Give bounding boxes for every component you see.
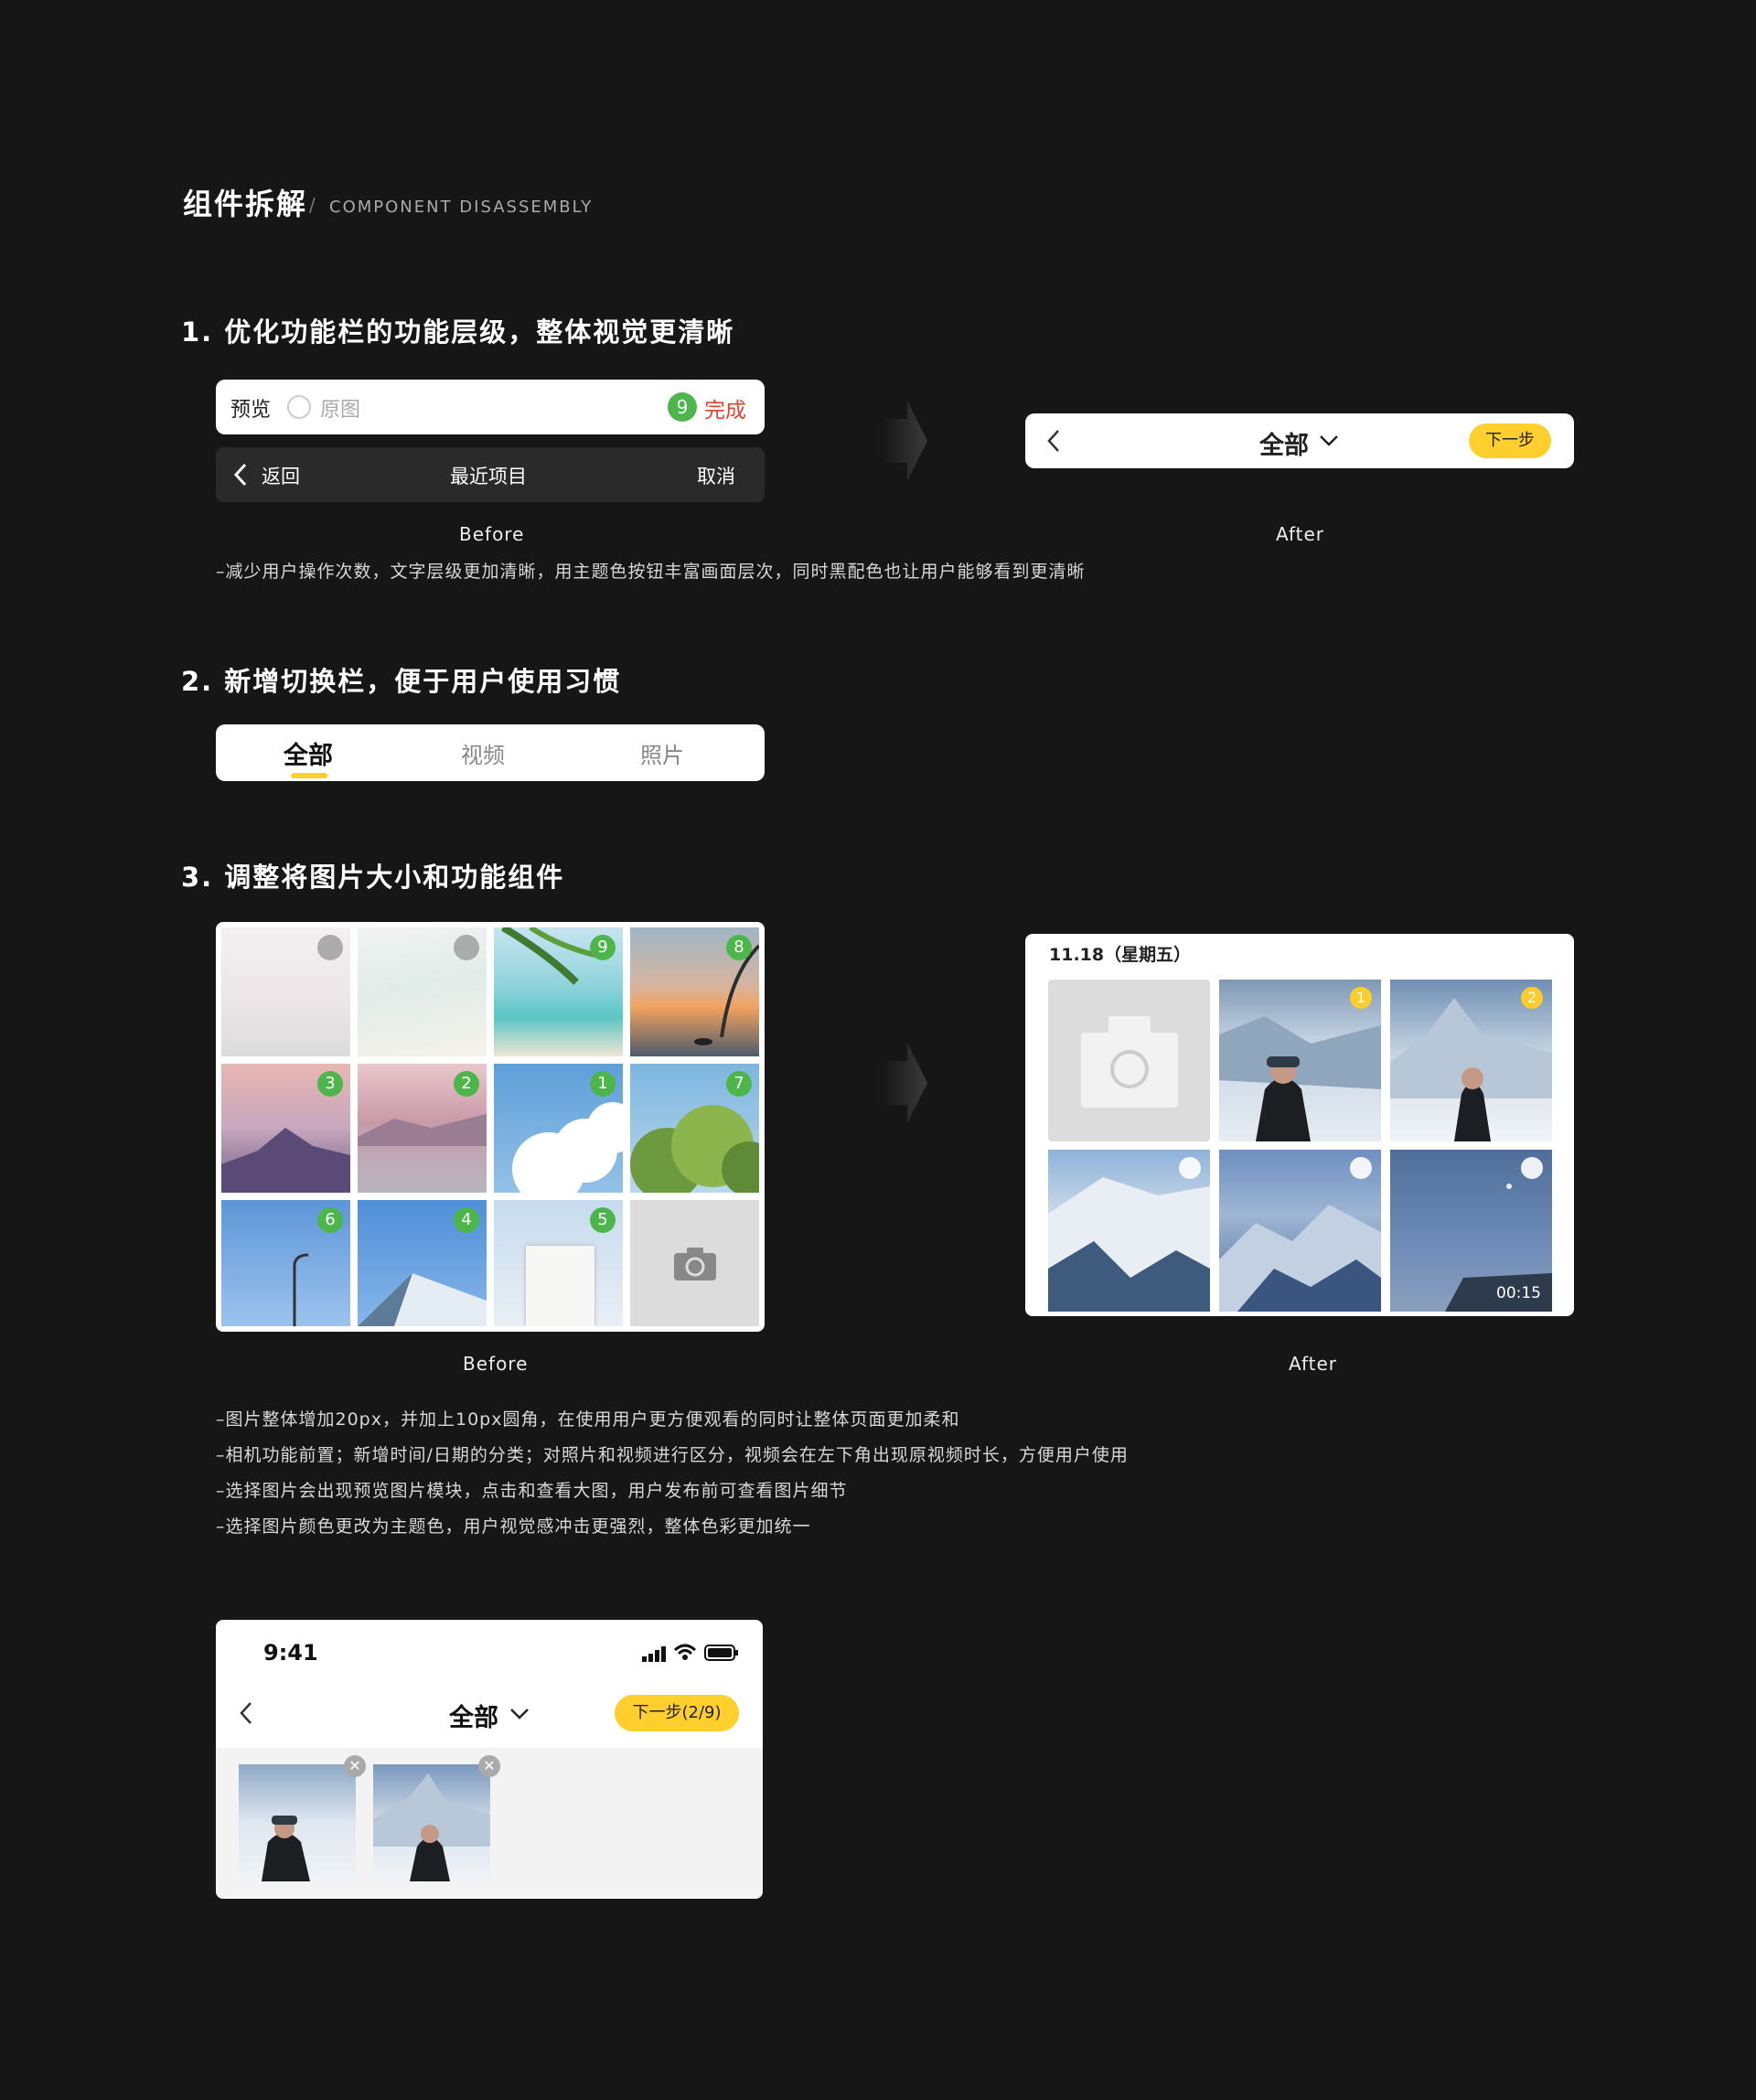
phone-preview: 9:41 全部 下一步(2/9) ✕ ✕ <box>216 1620 763 1899</box>
section3-note: –选择图片颜色更改为主题色，用户视觉感冲击更强烈，整体色彩更加统一 <box>216 1516 811 1537</box>
section3-note: –相机功能前置；新增时间/日期的分类；对照片和视频进行区分，视频会在左下角出现原… <box>216 1445 1129 1465</box>
tab-bar: 全部 视频 照片 <box>216 724 765 781</box>
original-label: 原图 <box>320 399 361 422</box>
selection-badge[interactable]: 5 <box>590 1207 616 1233</box>
selection-badge[interactable]: 2 <box>1521 987 1543 1009</box>
select-circle[interactable] <box>1350 1157 1372 1179</box>
arrow-right-icon <box>882 1043 927 1123</box>
photo-tile[interactable]: 6 <box>221 1200 350 1326</box>
chevron-down-icon[interactable] <box>509 1705 530 1723</box>
photo-tile[interactable]: 4 <box>358 1200 487 1326</box>
check-icon[interactable] <box>317 935 343 960</box>
album-title[interactable]: 全部 <box>1259 425 1309 461</box>
selection-badge[interactable]: 1 <box>1350 987 1372 1009</box>
before-caption: Before <box>463 1353 529 1375</box>
preview-strip: ✕ ✕ <box>216 1748 763 1899</box>
photo-tile[interactable] <box>358 927 487 1056</box>
photo-tile[interactable]: 1 <box>1219 980 1381 1141</box>
camera-tile[interactable] <box>1048 980 1210 1141</box>
before-top-bar: 预览 原图 9 完成 <box>216 380 765 434</box>
section1-note: –减少用户操作次数，文字层级更加清晰，用主题色按钮丰富画面层次，同时黑配色也让用… <box>216 562 1086 582</box>
count-badge: 9 <box>668 392 697 422</box>
back-button[interactable]: 返回 <box>262 462 300 489</box>
tab-indicator <box>291 773 327 778</box>
tab-photo[interactable]: 照片 <box>640 737 684 769</box>
photo-tile[interactable]: 2 <box>1390 980 1552 1141</box>
preview-thumb[interactable] <box>373 1764 490 1881</box>
photo-tile[interactable]: 7 <box>630 1064 759 1193</box>
selection-badge[interactable]: 7 <box>726 1071 752 1097</box>
selection-badge[interactable]: 8 <box>726 935 752 960</box>
after-caption: After <box>1289 1353 1338 1375</box>
arrow-right-icon <box>882 401 927 481</box>
preview-thumb[interactable] <box>239 1764 356 1881</box>
select-circle[interactable] <box>1521 1157 1543 1179</box>
album-title[interactable]: 全部 <box>449 1698 498 1733</box>
section2-heading: 2. 新增切换栏，便于用户使用习惯 <box>181 666 622 697</box>
tab-all[interactable]: 全部 <box>284 735 333 771</box>
cancel-button[interactable]: 取消 <box>697 462 735 489</box>
original-radio[interactable] <box>287 395 311 419</box>
photo-tile[interactable]: 8 <box>630 927 759 1056</box>
wifi-icon <box>673 1644 697 1660</box>
status-time: 9:41 <box>263 1640 318 1666</box>
before-caption: Before <box>459 523 525 545</box>
preview-label[interactable]: 预览 <box>230 393 271 423</box>
section1-heading: 1. 优化功能栏的功能层级，整体视觉更清晰 <box>181 316 735 348</box>
before-photo-grid: 9 8 3 2 1 7 6 4 5 <box>216 922 765 1332</box>
selection-badge[interactable]: 4 <box>454 1207 479 1233</box>
battery-icon <box>704 1645 738 1661</box>
after-photo-grid: 11.18（星期五） 1 2 00:15 <box>1025 934 1574 1316</box>
back-chevron-icon[interactable] <box>238 1700 254 1726</box>
select-circle[interactable] <box>1179 1157 1201 1179</box>
selection-badge[interactable]: 3 <box>317 1071 343 1097</box>
section3-heading: 3. 调整将图片大小和功能组件 <box>181 862 565 893</box>
after-top-bar: 全部 下一步 <box>1025 413 1574 468</box>
section3-note: –选择图片会出现预览图片模块，点击和查看大图，用户发布前可查看图片细节 <box>216 1481 848 1501</box>
title-slash: / <box>309 194 316 216</box>
section3-note: –图片整体增加20px，并加上10px圆角，在使用用户更方便观看的同时让整体页面… <box>216 1409 960 1430</box>
camera-tile[interactable] <box>630 1200 759 1326</box>
next-button[interactable]: 下一步 <box>1469 423 1551 458</box>
remove-icon[interactable]: ✕ <box>344 1755 366 1777</box>
photo-tile[interactable] <box>1048 1150 1210 1312</box>
remove-icon[interactable]: ✕ <box>478 1755 500 1777</box>
selection-badge[interactable]: 6 <box>317 1207 343 1233</box>
after-caption: After <box>1276 523 1325 545</box>
selection-badge[interactable]: 1 <box>590 1071 616 1097</box>
camera-icon <box>674 1248 716 1280</box>
photo-tile[interactable] <box>221 927 350 1056</box>
page-title: 组件拆解 <box>183 187 308 221</box>
selection-badge[interactable]: 9 <box>590 935 616 960</box>
check-icon[interactable] <box>454 935 479 960</box>
photo-tile[interactable]: 2 <box>358 1064 487 1193</box>
selection-badge[interactable]: 2 <box>454 1071 479 1097</box>
next-button[interactable]: 下一步(2/9) <box>615 1695 739 1731</box>
recent-title: 最近项目 <box>450 466 527 488</box>
video-tile[interactable]: 00:15 <box>1390 1150 1552 1312</box>
before-nav-bar: 返回 最近项目 取消 <box>216 447 765 502</box>
back-chevron-icon[interactable] <box>1045 428 1062 454</box>
signal-icon <box>642 1646 666 1662</box>
photo-tile[interactable]: 3 <box>221 1064 350 1193</box>
tab-video[interactable]: 视频 <box>461 737 505 769</box>
date-label: 11.18（星期五） <box>1049 945 1192 965</box>
back-chevron-icon[interactable] <box>232 462 249 488</box>
page-subtitle: COMPONENT DISASSEMBLY <box>329 198 594 217</box>
photo-tile[interactable] <box>1219 1150 1381 1312</box>
done-button[interactable]: 完成 <box>704 392 746 423</box>
chevron-down-icon[interactable] <box>1318 432 1340 450</box>
photo-tile[interactable]: 1 <box>494 1064 623 1193</box>
photo-tile[interactable]: 9 <box>494 927 623 1056</box>
camera-icon <box>1081 1016 1178 1108</box>
video-duration: 00:15 <box>1496 1284 1541 1302</box>
photo-tile[interactable]: 5 <box>494 1200 623 1326</box>
